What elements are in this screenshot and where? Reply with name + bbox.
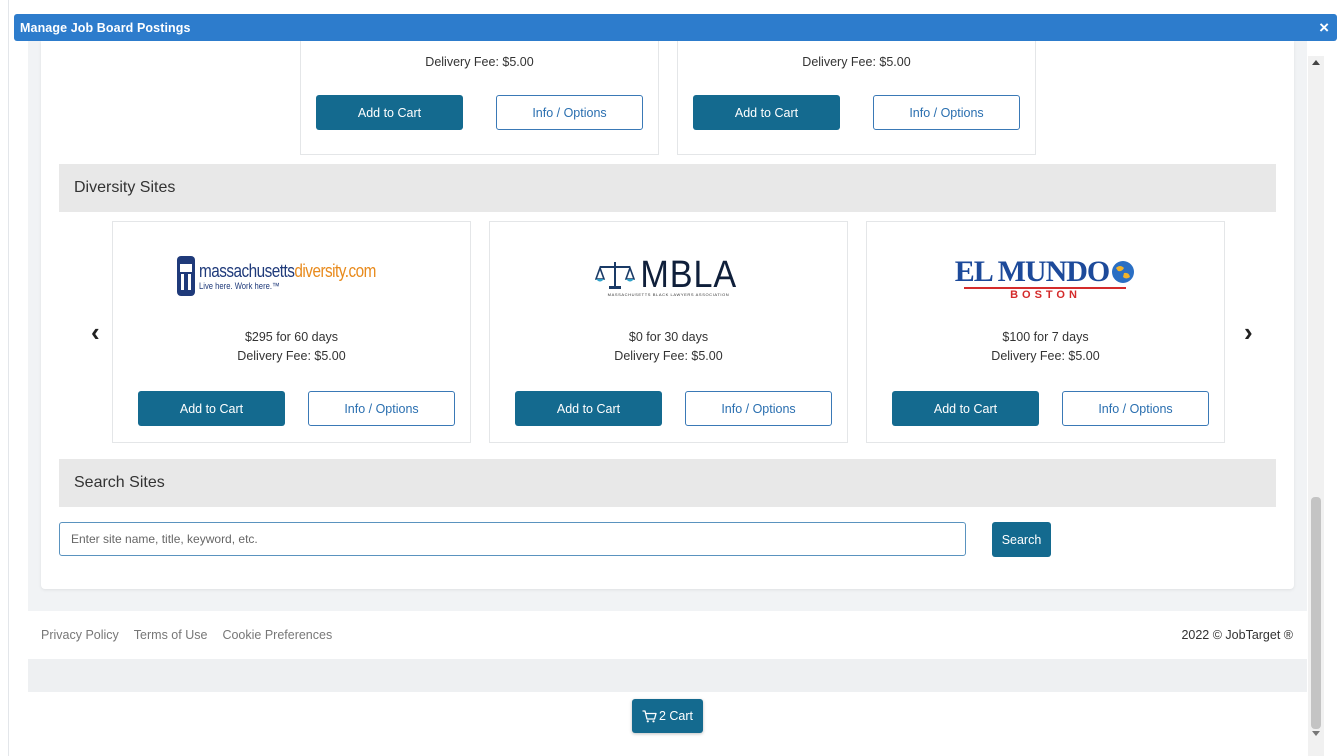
info-options-button[interactable]: Info / Options (496, 95, 643, 130)
scrollbar-thumb[interactable] (1311, 497, 1321, 729)
delivery-fee: Delivery Fee: $5.00 (614, 349, 723, 363)
logo-tagline: Live here. Work here.™ (198, 281, 280, 291)
scales-of-justice-icon (594, 262, 635, 289)
delivery-fee: Delivery Fee: $5.00 (425, 55, 534, 69)
carousel-prev-arrow[interactable]: ‹ (91, 319, 100, 345)
footer-links: Privacy Policy Terms of Use Cookie Prefe… (41, 628, 332, 642)
logo-text-main: MBLA (640, 254, 737, 296)
cart-button[interactable]: 2 Cart (632, 699, 703, 733)
info-options-button[interactable]: Info / Options (308, 391, 455, 426)
scroll-down-arrow-icon[interactable] (1312, 731, 1320, 736)
delivery-fee: Delivery Fee: $5.00 (237, 349, 346, 363)
search-sites-heading: Search Sites (59, 459, 1276, 507)
globe-icon (1112, 261, 1135, 283)
door-icon (176, 256, 195, 296)
dialog-content[interactable]: Delivery Fee: $5.00 Add to Cart Info / O… (28, 41, 1307, 756)
terms-of-use-link[interactable]: Terms of Use (134, 628, 208, 642)
info-options-button[interactable]: Info / Options (685, 391, 832, 426)
footer-band (28, 659, 1307, 692)
carousel-next-arrow[interactable]: › (1244, 319, 1253, 345)
search-button[interactable]: Search (992, 522, 1051, 557)
copyright: 2022 © JobTarget ® (1181, 628, 1293, 642)
mbla-logo: MBLA MASSACHUSETTS BLACK LAWYERS ASSOCIA… (490, 256, 847, 297)
scroll-up-arrow-icon[interactable] (1312, 60, 1320, 65)
vendor-card: Delivery Fee: $5.00 Add to Cart Info / O… (677, 41, 1036, 155)
vendor-card: Delivery Fee: $5.00 Add to Cart Info / O… (300, 41, 659, 155)
delivery-fee: Delivery Fee: $5.00 (802, 55, 911, 69)
bottom-bar: 2 Cart (28, 692, 1307, 756)
delivery-fee: Delivery Fee: $5.00 (991, 349, 1100, 363)
add-to-cart-button[interactable]: Add to Cart (693, 95, 840, 130)
cookie-preferences-link[interactable]: Cookie Preferences (222, 628, 332, 642)
vendor-card-el-mundo: EL MUNDO BOSTON $100 for 7 days Delivery… (866, 221, 1225, 443)
el-mundo-logo: EL MUNDO BOSTON (867, 255, 1224, 301)
cart-icon (642, 709, 657, 722)
vendor-card-massachusetts-diversity: massachusettsdiversity.com Live here. Wo… (112, 221, 471, 443)
vendor-card-mbla: MBLA MASSACHUSETTS BLACK LAWYERS ASSOCIA… (489, 221, 848, 443)
price: $100 for 7 days (1002, 330, 1089, 344)
cart-label: 2 Cart (658, 709, 694, 723)
info-options-button[interactable]: Info / Options (873, 95, 1020, 130)
job-boards-card: Delivery Fee: $5.00 Add to Cart Info / O… (41, 41, 1294, 589)
price: $0 for 30 days (628, 330, 709, 344)
search-input[interactable] (59, 522, 966, 556)
dialog-titlebar: Manage Job Board Postings × (14, 14, 1337, 41)
logo-subtitle: BOSTON (1010, 289, 1081, 301)
diversity-sites-heading: Diversity Sites (59, 164, 1276, 212)
logo-text-main: massachusetts (198, 261, 295, 281)
close-icon[interactable]: × (1319, 19, 1329, 36)
dialog-title: Manage Job Board Postings (20, 20, 191, 35)
add-to-cart-button[interactable]: Add to Cart (892, 391, 1039, 426)
add-to-cart-button[interactable]: Add to Cart (515, 391, 662, 426)
price: $295 for 60 days (244, 330, 339, 344)
logo-text-main: EL MUNDO (954, 255, 1111, 288)
scrollbar[interactable] (1308, 56, 1324, 756)
massachusetts-diversity-logo: massachusettsdiversity.com Live here. Wo… (113, 254, 470, 298)
logo-text-accent: diversity.com (294, 261, 376, 281)
add-to-cart-button[interactable]: Add to Cart (316, 95, 463, 130)
info-options-button[interactable]: Info / Options (1062, 391, 1209, 426)
add-to-cart-button[interactable]: Add to Cart (138, 391, 285, 426)
privacy-policy-link[interactable]: Privacy Policy (41, 628, 119, 642)
footer: Privacy Policy Terms of Use Cookie Prefe… (28, 611, 1307, 659)
